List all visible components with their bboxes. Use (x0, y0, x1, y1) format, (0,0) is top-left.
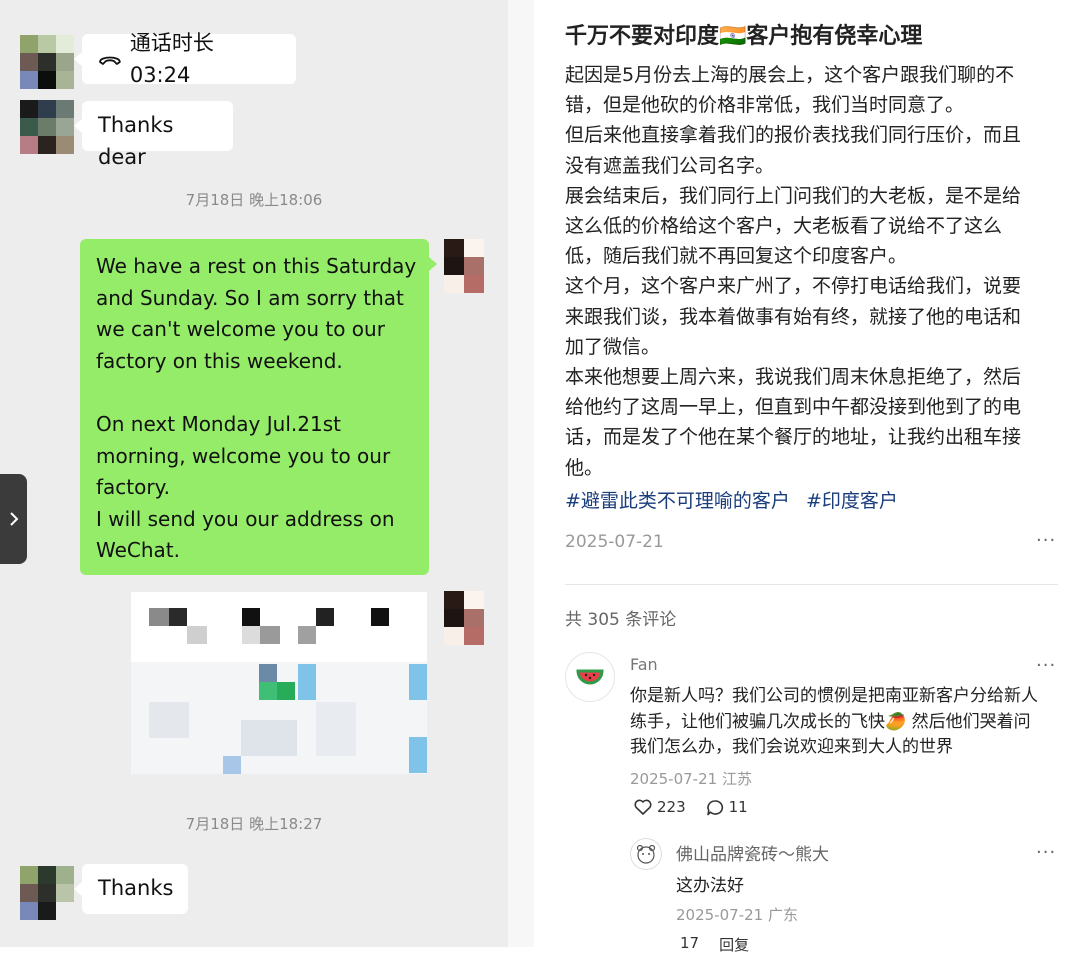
post-body-line: 这个月，这个客户来广州了，不停打电话给我们，说要 (565, 275, 1022, 298)
watermelon-icon (576, 669, 604, 685)
comment-more-button[interactable]: ··· (1036, 655, 1056, 676)
pixel-block (260, 626, 280, 644)
chat-timestamp: 7月18日 晚上18:06 (185, 191, 323, 209)
image-message[interactable] (131, 592, 427, 774)
comment-meta: 2025-07-21 江苏 (630, 770, 752, 788)
reply-count-button[interactable]: 11 (706, 798, 748, 816)
contact-avatar[interactable] (20, 35, 74, 89)
hashtag-link[interactable]: #印度客户 (806, 490, 898, 512)
post-body-line: 本来他想要上周六来，我说我们周末休息拒绝了，然后 (565, 366, 1022, 389)
my-avatar[interactable] (444, 239, 484, 293)
call-duration-label: 通话时长 03:24 (129, 31, 214, 87)
pixel-block (169, 608, 187, 626)
post-body-line: 这么低的价格给这个客户，大老板看了说给不了这么 (565, 215, 1003, 238)
contact-avatar[interactable] (20, 100, 74, 154)
message-text: Thanks dear (98, 113, 174, 169)
call-duration-bubble[interactable]: 通话时长 03:24 (74, 31, 296, 87)
comment-bubble-icon (706, 799, 723, 815)
comment-count: 共 305 条评论 (565, 610, 677, 630)
reply-avatar[interactable] (630, 838, 662, 870)
pixel-block (316, 608, 334, 626)
pixel-block (242, 608, 260, 626)
heart-icon (634, 799, 652, 815)
post-pane: 千万不要对印度🇮🇳客户抱有侥幸心理 起因是5月份去上海的展会上，这个客户跟我们聊… (534, 0, 1080, 954)
comment-text: 你是新人吗？我们公司的惯例是把南亚新客户分给新人 练手，让他们被骗几次成长的飞快… (630, 684, 1060, 761)
like-count: 223 (657, 798, 686, 816)
post-body-line: 加了微信。 (565, 335, 661, 358)
post-body-line: 但后来他直接拿着我们的报价表找我们同行压价，而且 (565, 124, 1022, 147)
like-button[interactable]: 223 (634, 798, 686, 816)
comment-line: 练手，让他们被骗几次成长的飞快🥭 然后他们哭着问 (630, 711, 1031, 732)
post-body-line: 展会结束后，我们同行上门问我们的大老板，是不是给 (565, 184, 1022, 207)
pixel-block (259, 682, 277, 700)
reply-meta: 2025-07-21 广东 (676, 906, 798, 924)
phone-hangup-icon (99, 56, 121, 65)
reply-like-count[interactable]: 17 (680, 934, 699, 955)
chevron-right-icon (9, 512, 18, 526)
section-divider (565, 584, 1058, 585)
outgoing-message-bubble[interactable]: We have a rest on this Saturday and Sund… (80, 239, 437, 575)
comment-actions: 223 11 (634, 798, 768, 816)
chat-timestamp: 7月18日 晚上18:27 (185, 815, 323, 833)
post-body-line: 没有遮盖我们公司名字。 (565, 154, 775, 177)
comment-line: 你是新人吗？我们公司的惯例是把南亚新客户分给新人 (630, 686, 1038, 706)
message-line: morning, welcome you to our (96, 443, 391, 468)
pixel-block (298, 626, 316, 644)
pixel-block (409, 664, 427, 700)
post-body: 起因是5月份去上海的展会上，这个客户跟我们聊的不 错，但是他砍的价格非常低，我们… (565, 60, 1065, 483)
post-body-line: 给他约了这周一早上，但直到中午都没接到他到了的电 (565, 396, 1022, 419)
post-body-line: 错，但是他砍的价格非常低，我们当时同意了。 (565, 94, 965, 117)
pixel-block (409, 737, 427, 773)
pixel-block (187, 626, 207, 644)
chat-pane: 通话时长 03:24 Thanks dear 7月18日 晚上18:06 We … (0, 0, 508, 947)
post-tags: #避雷此类不可理喻的客户 #印度客户 (565, 486, 908, 513)
post-body-line: 起因是5月份去上海的展会上，这个客户跟我们聊的不 (565, 64, 1015, 86)
post-body-line: 低，随后我们就不再回复这个印度客户。 (565, 245, 908, 268)
pane-divider (508, 0, 534, 947)
post-body-line: 来跟我们谈，我本着做事有始有终，就接了他的电话和 (565, 305, 1022, 328)
incoming-message-bubble[interactable]: Thanks (74, 864, 188, 914)
pixel-block (298, 664, 316, 700)
message-text: Thanks (98, 876, 174, 900)
pixel-block (149, 702, 189, 738)
message-line: WeChat. (96, 538, 181, 562)
comment-username[interactable]: Fan (630, 655, 658, 674)
hashtag-link[interactable]: #避雷此类不可理喻的客户 (565, 490, 790, 512)
message-gap (96, 377, 413, 409)
post-title: 千万不要对印度🇮🇳客户抱有侥幸心理 (565, 24, 923, 49)
contact-avatar[interactable] (20, 866, 74, 920)
pixel-block (259, 664, 277, 682)
reply-more-button[interactable]: ··· (1036, 842, 1056, 863)
reply-actions: 17 回复 (680, 934, 769, 955)
pixel-block (277, 682, 295, 700)
pixel-block (242, 626, 260, 644)
incoming-message-bubble[interactable]: Thanks dear (74, 101, 233, 169)
reply-button[interactable]: 回复 (719, 934, 749, 955)
message-line: We have a rest on this Saturday (96, 254, 417, 278)
post-body-line: 他。 (565, 456, 604, 479)
bear-logo-icon (636, 844, 656, 864)
pixel-block (241, 720, 297, 756)
post-more-button[interactable]: ··· (1036, 530, 1056, 551)
reply-username[interactable]: 佛山品牌瓷砖～熊大 (676, 840, 829, 865)
pixel-block (149, 608, 169, 626)
message-line: On next Monday Jul.21st (96, 412, 341, 436)
message-line: factory on this weekend. (96, 348, 343, 373)
pixel-block (316, 702, 356, 756)
pixel-block (371, 608, 389, 626)
message-line: I will send you our address on (96, 506, 395, 531)
post-body-line: 话，而是发了个他在某个餐厅的地址，让我约出租车接 (565, 426, 1022, 449)
message-line: factory. (96, 475, 170, 499)
pixel-block (223, 756, 241, 774)
reply-text: 这办法好 (676, 876, 744, 896)
expand-sidebar-button[interactable] (0, 474, 27, 564)
commenter-avatar[interactable] (565, 652, 615, 702)
reply-count: 11 (728, 798, 748, 816)
message-line: we can't welcome you to our (96, 317, 385, 341)
my-avatar[interactable] (444, 591, 484, 645)
comment-line: 我们怎么办，我们会说欢迎来到大人的世界 (630, 737, 953, 757)
message-line: and Sunday. So I am sorry that (96, 285, 404, 310)
post-date: 2025-07-21 (565, 532, 664, 552)
